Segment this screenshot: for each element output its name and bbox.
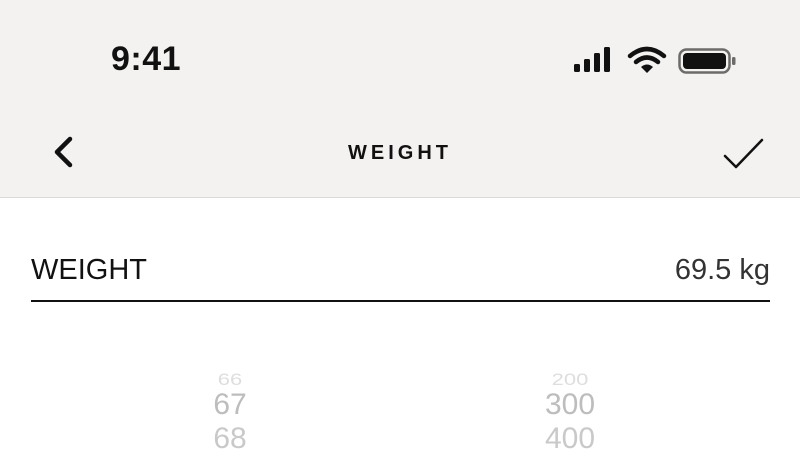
checkmark-icon [723,138,764,169]
picker-option[interactable]: 200 [515,366,625,388]
confirm-button[interactable] [720,134,766,174]
picker-option[interactable]: 400 [515,424,625,450]
status-time: 9:41 [111,40,182,78]
status-icons [574,46,736,74]
wifi-icon [627,46,667,73]
status-bar: 9:41 [0,0,800,110]
weight-field-label: WEIGHT [31,254,147,286]
picker-secondary-column[interactable]: 200 300 400 [515,362,625,450]
picker-option[interactable]: 66 [175,366,285,388]
weight-field-value: 69.5 kg [674,254,770,286]
picker-option[interactable]: 68 [175,424,285,450]
battery-icon [678,48,736,74]
page-title: WEIGHT [348,142,452,164]
picker-option[interactable]: 67 [175,390,285,424]
weight-field[interactable]: WEIGHT 69.5 kg [31,252,770,302]
picker-option[interactable]: 300 [515,390,625,424]
nav-bar: WEIGHT [0,110,800,198]
picker-integer-column[interactable]: 66 67 68 [175,362,285,450]
cellular-signal-icon [574,47,610,72]
